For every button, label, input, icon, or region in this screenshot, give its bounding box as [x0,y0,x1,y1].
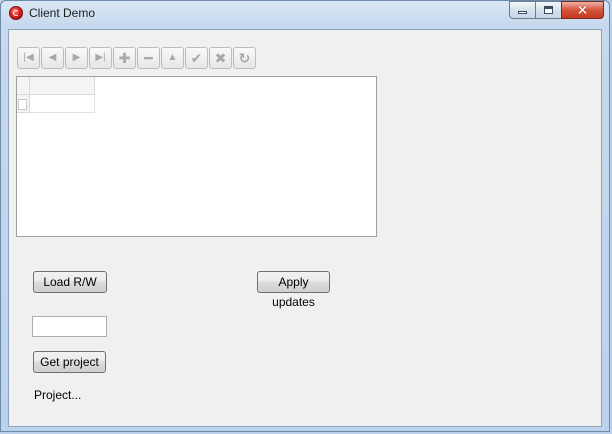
db-navigator: |◀ ◀ ▶ ▶| ✚ ━ ▲ ✔ ✖ ↻ [17,47,257,69]
post-edit-button[interactable]: ✔ [185,47,208,69]
client-area: |◀ ◀ ▶ ▶| ✚ ━ ▲ ✔ ✖ ↻ Load R/W Apply upd… [8,29,602,427]
refresh-data-button[interactable]: ↻ [233,47,256,69]
last-record-button[interactable]: ▶| [89,47,112,69]
minimize-button[interactable] [509,1,535,19]
grid-cell[interactable] [30,95,95,113]
next-record-button[interactable]: ▶ [65,47,88,69]
cancel-edit-button[interactable]: ✖ [209,47,232,69]
load-rw-button[interactable]: Load R/W [33,271,107,293]
get-project-button[interactable]: Get project [33,351,106,373]
grid-column-header[interactable] [30,77,95,95]
delete-record-button[interactable]: ━ [137,47,160,69]
grid-corner-header [17,77,30,95]
data-grid[interactable] [16,76,377,237]
grid-row-indicator[interactable] [17,95,30,113]
maximize-button[interactable] [535,1,561,19]
apply-updates-button[interactable]: Apply updates [257,271,330,309]
prior-record-button[interactable]: ◀ [41,47,64,69]
first-record-button[interactable]: |◀ [17,47,40,69]
close-icon: ✕ [576,2,589,18]
window-title: Client Demo [29,6,96,20]
project-status-label: Project... [34,388,82,402]
edit-record-button[interactable]: ▲ [161,47,184,69]
title-bar[interactable]: Client Demo ✕ [1,1,609,27]
insert-record-button[interactable]: ✚ [113,47,136,69]
close-button[interactable]: ✕ [561,1,604,19]
app-logo-icon[interactable] [9,6,23,20]
project-input[interactable] [32,316,107,337]
app-window: Client Demo ✕ |◀ ◀ ▶ ▶| ✚ ━ ▲ ✔ ✖ ↻ Load… [0,0,610,432]
caption-buttons: ✕ [509,1,604,19]
